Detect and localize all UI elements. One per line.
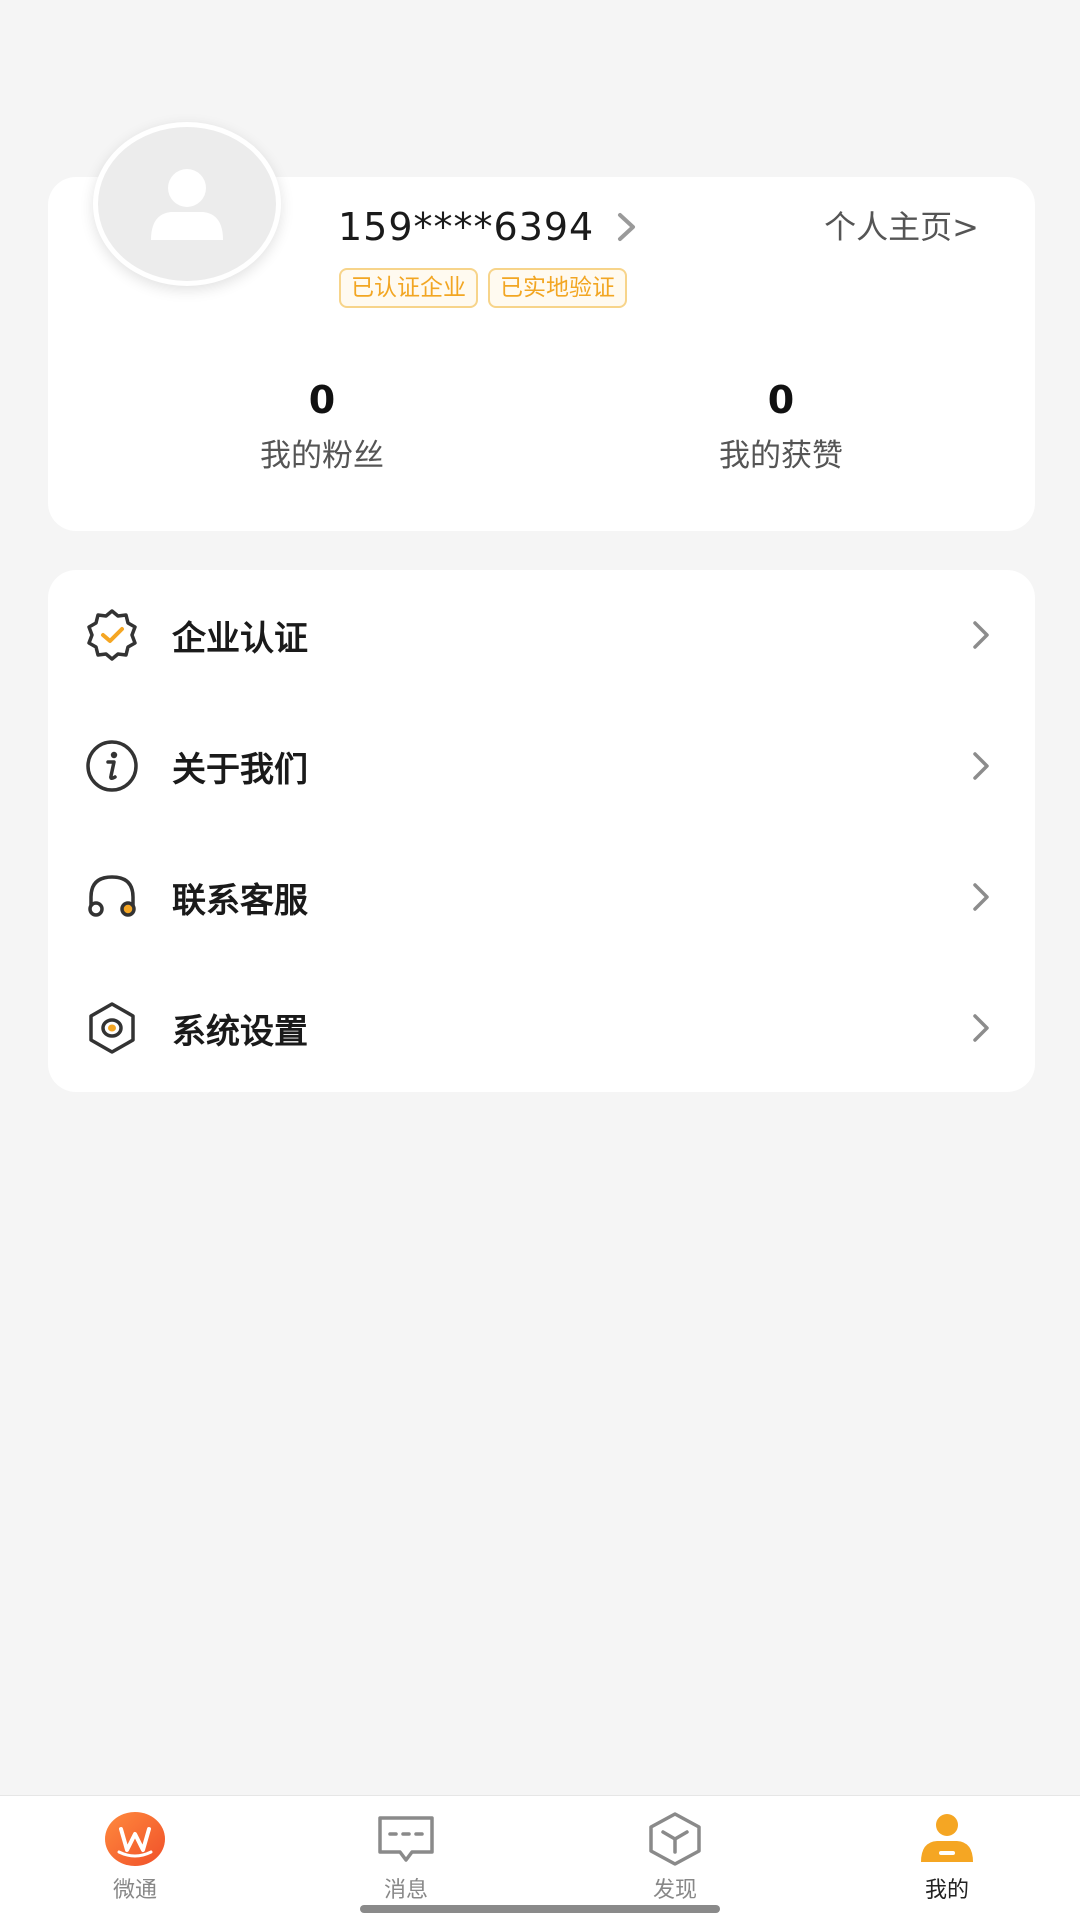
menu-item-label: 系统设置 xyxy=(172,1011,308,1052)
nav-label: 微通 xyxy=(112,1878,157,1903)
menu-item-about-us[interactable]: 关于我们 xyxy=(48,701,1035,831)
nav-item-messages[interactable]: 消息 xyxy=(326,1810,486,1904)
fans-label: 我的粉丝 xyxy=(260,438,384,474)
likes-label: 我的获赞 xyxy=(719,438,843,474)
info-icon xyxy=(86,740,138,792)
badge-onsite-verified: 已实地验证 xyxy=(488,268,627,308)
menu-item-enterprise-verification[interactable]: 企业认证 xyxy=(48,570,1035,700)
chevron-right-icon xyxy=(973,1014,989,1042)
nav-item-weitong[interactable]: 微通 xyxy=(55,1810,215,1904)
bottom-nav: 微通 消息 发现 我的 xyxy=(0,1795,1080,1920)
menu-item-label: 关于我们 xyxy=(172,749,308,790)
chevron-right-icon xyxy=(618,213,636,241)
account-phone-row[interactable]: 159****6394 xyxy=(338,205,638,249)
badge-enterprise-verified: 已认证企业 xyxy=(339,268,478,308)
settings-hexagon-icon xyxy=(89,1002,135,1054)
person-icon xyxy=(921,1814,973,1862)
menu-item-system-settings[interactable]: 系统设置 xyxy=(48,963,1035,1093)
menu-item-contact-support[interactable]: 联系客服 xyxy=(48,832,1035,962)
message-icon xyxy=(378,1816,434,1862)
chevron-right-icon xyxy=(973,883,989,911)
profile-screen: 159****6394 个人主页> 已认证企业 已实地验证 0 我的粉丝 0 我… xyxy=(0,0,1080,1920)
menu-item-label: 联系客服 xyxy=(172,880,308,921)
home-indicator[interactable] xyxy=(360,1905,720,1913)
nav-label: 消息 xyxy=(383,1878,428,1903)
fans-count: 0 xyxy=(308,378,336,422)
account-phone: 159****6394 xyxy=(338,205,595,249)
default-avatar-icon xyxy=(151,169,223,240)
nav-label: 发现 xyxy=(652,1878,697,1903)
menu-card: 企业认证 关于我们 联系客服 系统设置 xyxy=(48,570,1035,1092)
discover-cube-icon xyxy=(649,1812,701,1866)
menu-item-label: 企业认证 xyxy=(172,618,308,659)
personal-homepage-link[interactable]: 个人主页> xyxy=(824,202,979,248)
stat-fans[interactable]: 0 我的粉丝 xyxy=(202,378,442,475)
chevron-right-icon xyxy=(973,752,989,780)
verification-badges: 已认证企业 已实地验证 xyxy=(339,268,627,308)
likes-count: 0 xyxy=(767,378,795,422)
avatar[interactable] xyxy=(93,122,281,286)
verified-badge-icon xyxy=(87,609,137,661)
nav-label: 我的 xyxy=(924,1878,969,1903)
app-logo-icon xyxy=(105,1812,165,1866)
nav-item-discover[interactable]: 发现 xyxy=(595,1810,755,1904)
headset-icon xyxy=(88,875,136,917)
chevron-right-icon xyxy=(973,621,989,649)
nav-item-mine[interactable]: 我的 xyxy=(867,1810,1027,1904)
stat-likes[interactable]: 0 我的获赞 xyxy=(661,378,901,475)
